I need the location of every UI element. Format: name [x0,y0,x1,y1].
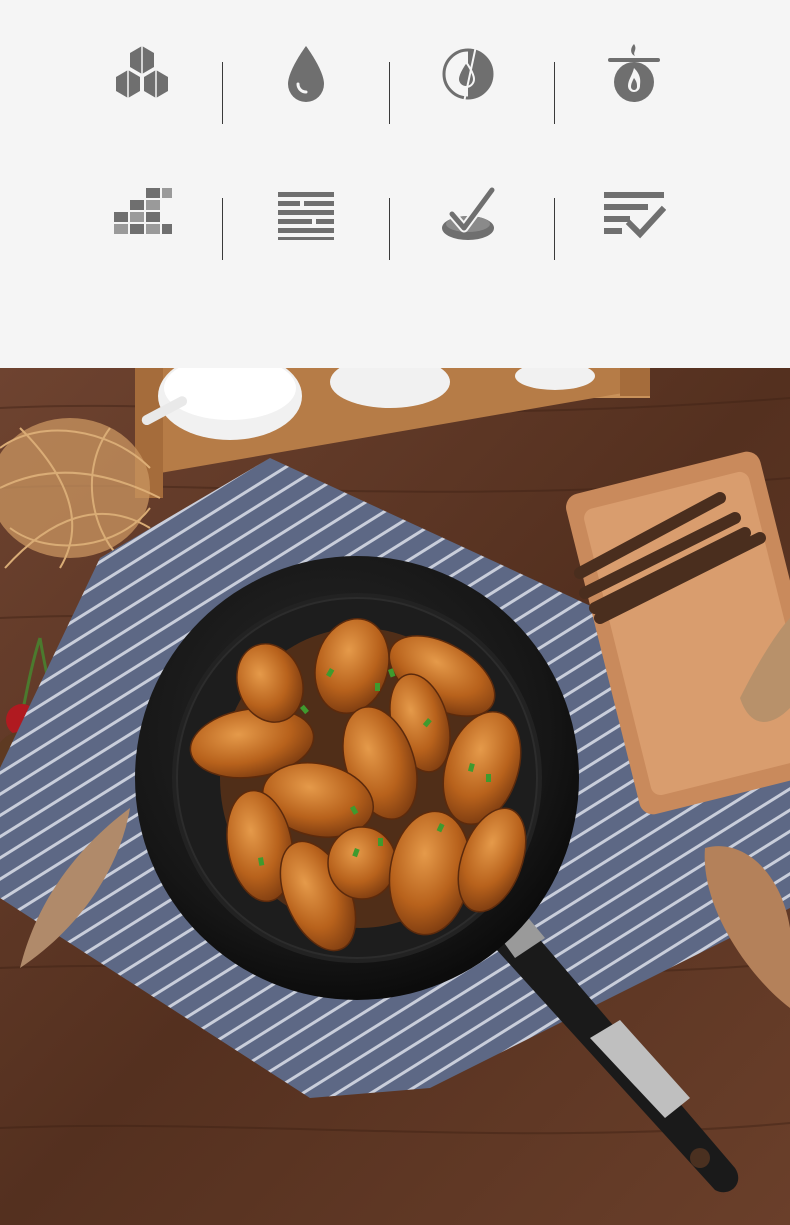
list-check-icon [604,192,666,239]
divider [222,62,223,124]
water-drop-icon [288,46,324,102]
feature-half-circle [408,42,528,132]
feature-list-check [574,184,694,274]
feature-check-bowl [408,184,528,274]
divider [389,62,390,124]
frying-pan-scene [0,368,790,1225]
divider [222,198,223,260]
divider [554,198,555,260]
product-photo [0,368,790,1225]
feature-molecule [82,42,202,132]
feature-icons-panel [0,0,790,368]
feature-water-drop [246,42,366,132]
molecule-hexagons-icon [116,46,168,98]
check-bowl-icon [442,185,497,240]
feature-grid-blocks [82,184,202,274]
divider [389,198,390,260]
flame-pan-icon [608,44,660,102]
feature-layers [246,184,366,274]
half-circle-drop-icon [442,45,494,103]
divider [554,62,555,124]
grid-blocks-icon [114,188,172,234]
layers-lines-icon [278,192,334,240]
feature-flame-pan [574,42,694,132]
